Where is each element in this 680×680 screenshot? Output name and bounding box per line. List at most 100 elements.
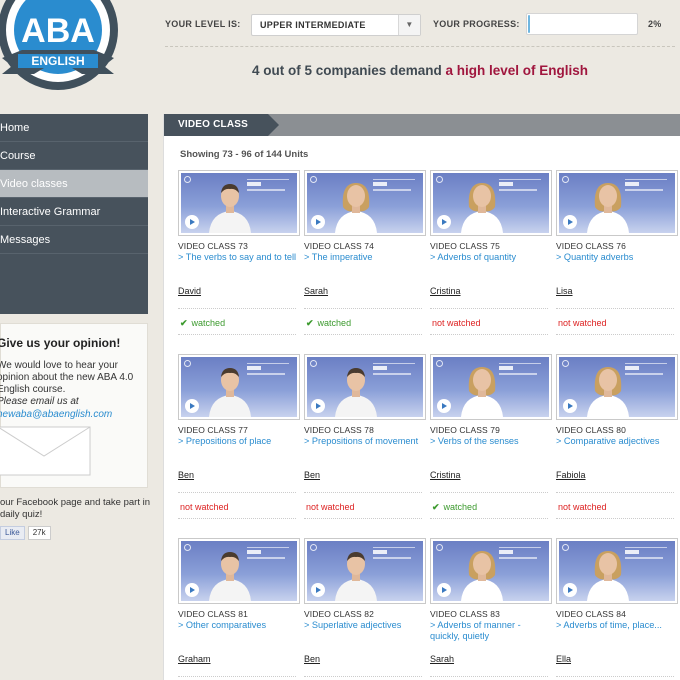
video-class-number: VIDEO CLASS 76: [556, 241, 626, 251]
teacher-name-link[interactable]: Ella: [556, 654, 571, 664]
video-class-number: VIDEO CLASS 80: [556, 425, 626, 435]
teacher-name-link[interactable]: Fabiola: [556, 470, 586, 480]
progress-label: YOUR PROGRESS:: [433, 19, 520, 29]
video-card[interactable]: VIDEO CLASS 79 > Verbs of the senses Crist…: [430, 354, 552, 524]
sidebar-item-interactive-grammar[interactable]: Interactive Grammar: [0, 198, 148, 226]
facebook-text: our Facebook page and take part in daily…: [0, 497, 150, 520]
video-thumbnail[interactable]: [304, 538, 426, 604]
teacher-image: [587, 367, 629, 417]
play-icon[interactable]: [185, 583, 199, 597]
play-icon[interactable]: [311, 583, 325, 597]
card-divider: [430, 308, 548, 309]
chevron-down-icon[interactable]: ▼: [398, 15, 420, 35]
video-thumbnail[interactable]: [304, 170, 426, 236]
card-divider: [178, 518, 296, 519]
video-thumbnail[interactable]: [556, 354, 678, 420]
facebook-like: Like 27k: [0, 526, 51, 540]
video-class-title-link[interactable]: > The verbs to say and to tell: [178, 252, 300, 263]
play-icon[interactable]: [437, 399, 451, 413]
video-class-title-link[interactable]: > Superlative adjectives: [304, 620, 426, 631]
card-divider: [556, 492, 674, 493]
video-card[interactable]: VIDEO CLASS 80 > Comparative adjectives Fa…: [556, 354, 678, 524]
video-thumbnail[interactable]: [556, 170, 678, 236]
card-divider: [556, 518, 674, 519]
video-class-title-link[interactable]: > Adverbs of time, place...: [556, 620, 678, 631]
video-card[interactable]: VIDEO CLASS 84 > Adverbs of time, place..…: [556, 538, 678, 680]
video-card[interactable]: VIDEO CLASS 73 > The verbs to say and to …: [178, 170, 300, 340]
play-icon[interactable]: [437, 215, 451, 229]
video-class-panel: VIDEO CLASS Showing 73 - 96 of 144 Units…: [163, 114, 680, 680]
video-class-title-link[interactable]: > The imperative: [304, 252, 426, 263]
opinion-email-link[interactable]: newaba@abaenglish.com: [0, 409, 147, 420]
envelope-icon[interactable]: [0, 426, 93, 478]
aba-english-logo[interactable]: ABA ENGLISH: [0, 0, 132, 100]
sidebar-nav: Home Course Video classes Interactive Gr…: [0, 114, 148, 314]
play-icon[interactable]: [311, 215, 325, 229]
video-card[interactable]: VIDEO CLASS 83 > Adverbs of manner - quic…: [430, 538, 552, 680]
video-card[interactable]: VIDEO CLASS 81 > Other comparatives Graham: [178, 538, 300, 680]
video-thumbnail[interactable]: [178, 354, 300, 420]
video-thumbnail[interactable]: [178, 170, 300, 236]
video-thumbnail[interactable]: [556, 538, 678, 604]
watch-status: ✔ watched: [306, 318, 351, 329]
checkmark-icon: ✔: [432, 502, 440, 512]
video-card[interactable]: VIDEO CLASS 76 > Quantity adverbs Lisa not …: [556, 170, 678, 340]
watch-status: ✔ watched: [432, 502, 477, 513]
card-divider: [430, 518, 548, 519]
teacher-image: [461, 367, 503, 417]
teacher-name-link[interactable]: Ben: [304, 470, 320, 480]
teacher-image: [461, 551, 503, 601]
video-class-number: VIDEO CLASS 83: [430, 609, 500, 619]
level-label: YOUR LEVEL IS:: [165, 19, 241, 29]
video-class-title-link[interactable]: > Prepositions of place: [178, 436, 300, 447]
play-icon[interactable]: [563, 583, 577, 597]
aba-badge-icon: [184, 360, 191, 367]
facebook-like-count: 27k: [27, 526, 51, 540]
card-divider: [430, 334, 548, 335]
play-icon[interactable]: [563, 215, 577, 229]
video-thumbnail[interactable]: [430, 538, 552, 604]
video-card[interactable]: VIDEO CLASS 75 > Adverbs of quantity Crist…: [430, 170, 552, 340]
video-card[interactable]: VIDEO CLASS 78 > Prepositions of movement…: [304, 354, 426, 524]
video-thumbnail[interactable]: [430, 354, 552, 420]
checkmark-icon: ✔: [180, 318, 188, 328]
video-class-title-link[interactable]: > Comparative adjectives: [556, 436, 678, 447]
video-thumbnail[interactable]: [430, 170, 552, 236]
facebook-like-button[interactable]: Like: [0, 526, 25, 540]
teacher-name-link[interactable]: Sarah: [430, 654, 454, 664]
play-icon[interactable]: [185, 215, 199, 229]
sidebar-item-video-classes[interactable]: Video classes: [0, 170, 148, 198]
video-class-title-link[interactable]: > Quantity adverbs: [556, 252, 678, 263]
video-class-title-link[interactable]: > Other comparatives: [178, 620, 300, 631]
video-card[interactable]: VIDEO CLASS 74 > The imperative Sarah ✔ watc…: [304, 170, 426, 340]
card-divider: [304, 308, 422, 309]
sidebar-item-course[interactable]: Course: [0, 142, 148, 170]
teacher-name-link[interactable]: Graham: [178, 654, 211, 664]
play-icon[interactable]: [185, 399, 199, 413]
video-class-title-link[interactable]: > Adverbs of quantity: [430, 252, 552, 263]
video-thumbnail[interactable]: [178, 538, 300, 604]
sidebar-item-messages[interactable]: Messages: [0, 226, 148, 254]
tab-video-class[interactable]: VIDEO CLASS: [164, 114, 279, 136]
teacher-name-link[interactable]: Lisa: [556, 286, 573, 296]
teacher-name-link[interactable]: Ben: [304, 654, 320, 664]
opinion-body: We would love to hear your opinion about…: [0, 360, 134, 395]
video-class-title-link[interactable]: > Prepositions of movement: [304, 436, 426, 447]
video-thumbnail[interactable]: [304, 354, 426, 420]
card-divider: [430, 676, 548, 677]
video-class-title-link[interactable]: > Adverbs of manner - quickly, quietly: [430, 620, 552, 641]
teacher-name-link[interactable]: Cristina: [430, 470, 461, 480]
video-class-title-link[interactable]: > Verbs of the senses: [430, 436, 552, 447]
video-card[interactable]: VIDEO CLASS 77 > Prepositions of place Ben…: [178, 354, 300, 524]
play-icon[interactable]: [311, 399, 325, 413]
video-card[interactable]: VIDEO CLASS 82 > Superlative adjectives Be…: [304, 538, 426, 680]
teacher-name-link[interactable]: David: [178, 286, 201, 296]
sidebar-item-home[interactable]: Home: [0, 114, 148, 142]
level-select[interactable]: UPPER INTERMEDIATE ▼: [251, 14, 421, 36]
teacher-name-link[interactable]: Sarah: [304, 286, 328, 296]
teacher-name-link[interactable]: Cristina: [430, 286, 461, 296]
checkmark-icon: ✔: [306, 318, 314, 328]
teacher-name-link[interactable]: Ben: [178, 470, 194, 480]
play-icon[interactable]: [437, 583, 451, 597]
play-icon[interactable]: [563, 399, 577, 413]
